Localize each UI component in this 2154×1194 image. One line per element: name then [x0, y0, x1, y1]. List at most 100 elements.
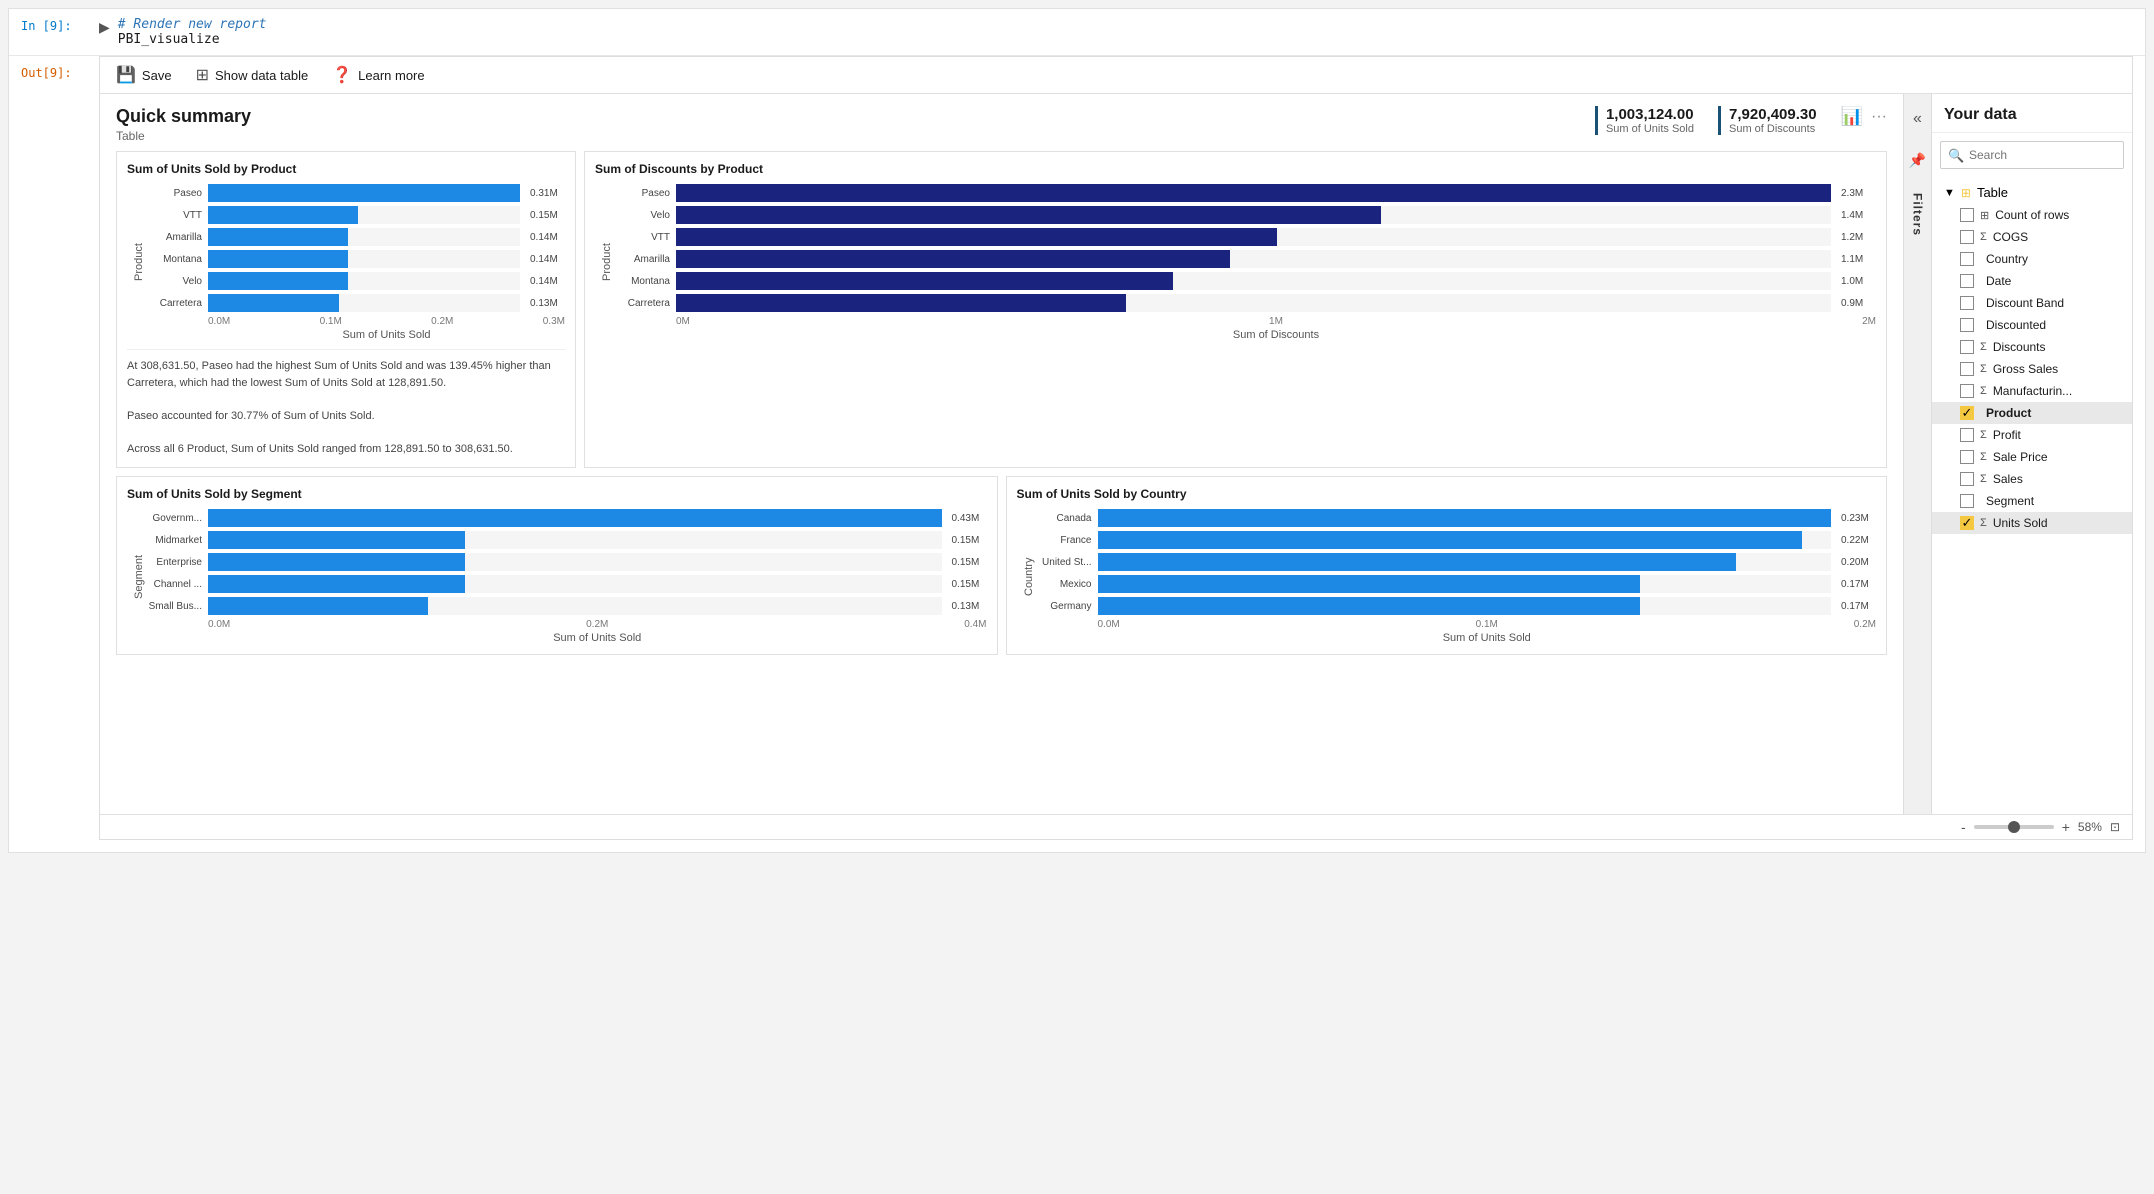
tree-item-discounts[interactable]: Σ Discounts	[1932, 336, 2132, 358]
run-button[interactable]: ▶	[99, 17, 110, 36]
bar-row-unitedst: United St... 0.20M	[1037, 553, 1877, 571]
checkbox-date[interactable]	[1960, 274, 1974, 288]
chart3-x-axis-ticks: 0.0M0.2M0.4M	[147, 619, 987, 630]
tree-item-sale-price[interactable]: Σ Sale Price	[1932, 446, 2132, 468]
checkbox-gross-sales[interactable]	[1960, 362, 1974, 376]
chart-units-sold-segment: Sum of Units Sold by Segment Segment Gov…	[116, 476, 998, 655]
checkbox-country[interactable]	[1960, 252, 1974, 266]
chart-units-sold-country: Sum of Units Sold by Country Country Can…	[1006, 476, 1888, 655]
more-options-icon[interactable]: ···	[1871, 108, 1887, 126]
tree-item-date[interactable]: Date	[1932, 270, 2132, 292]
chart1-bars: Paseo 0.31M VTT 0.15M	[147, 184, 565, 312]
checkbox-discount-band[interactable]	[1960, 296, 1974, 310]
item-label-sale-price: Sale Price	[1993, 450, 2120, 464]
checkbox-product[interactable]: ✓	[1960, 406, 1974, 420]
bar-row-canada: Canada 0.23M	[1037, 509, 1877, 527]
collapse-button[interactable]: «	[1905, 102, 1930, 136]
sigma-icon-sales: Σ	[1980, 473, 1987, 485]
checkbox-count-of-rows[interactable]	[1960, 208, 1974, 222]
pin-icon[interactable]: 📌	[1909, 152, 1926, 169]
tree-item-gross-sales[interactable]: Σ Gross Sales	[1932, 358, 2132, 380]
item-label-discounts: Discounts	[1993, 340, 2120, 354]
show-data-table-button[interactable]: ⊞ Show data table	[196, 65, 309, 85]
checkbox-segment[interactable]	[1960, 494, 1974, 508]
tree-item-discounted[interactable]: Discounted	[1932, 314, 2132, 336]
zoom-in-button[interactable]: +	[2062, 819, 2070, 835]
save-button[interactable]: 💾 Save	[116, 65, 172, 85]
tree-item-sales[interactable]: Σ Sales	[1932, 468, 2132, 490]
stat-discounts: 7,920,409.30 Sum of Discounts	[1718, 106, 1817, 135]
item-label-country: Country	[1986, 252, 2120, 266]
learn-more-label: Learn more	[358, 68, 424, 83]
zoom-out-button[interactable]: -	[1961, 819, 1966, 835]
sigma-icon-manufacturing: Σ	[1980, 385, 1987, 397]
tree-item-product[interactable]: ✓ Product	[1932, 402, 2132, 424]
fit-page-icon[interactable]: ⊡	[2110, 820, 2120, 834]
tree-table-parent[interactable]: ▼ ⊞ Table	[1932, 181, 2132, 204]
zoom-slider[interactable]	[1974, 825, 2054, 829]
chart2-bars: Paseo 2.3M Velo 1.4M	[615, 184, 1876, 312]
item-label-profit: Profit	[1993, 428, 2120, 442]
tree-item-count-of-rows[interactable]: ⊞ Count of rows	[1932, 204, 2132, 226]
checkbox-profit[interactable]	[1960, 428, 1974, 442]
bar-row-carretera-d: Carretera 0.9M	[615, 294, 1876, 312]
code-comment: # Render new report	[118, 17, 267, 32]
quick-summary-title: Quick summary	[116, 106, 251, 127]
chart1-x-axis-ticks: 0.0M0.1M0.2M0.3M	[147, 316, 565, 327]
zoom-level: 58%	[2078, 820, 2102, 834]
search-input[interactable]	[1940, 141, 2124, 169]
sigma-icon-discounts: Σ	[1980, 341, 1987, 353]
tree-item-manufacturing[interactable]: Σ Manufacturin...	[1932, 380, 2132, 402]
chart2-y-axis: Product	[595, 184, 615, 341]
checkbox-sale-price[interactable]	[1960, 450, 1974, 464]
tree-item-cogs[interactable]: Σ COGS	[1932, 226, 2132, 248]
chart1-x-axis-label: Sum of Units Sold	[147, 329, 565, 341]
bar-row-france: France 0.22M	[1037, 531, 1877, 549]
bar-row-paseo-d: Paseo 2.3M	[615, 184, 1876, 202]
bar-row-velo-d: Velo 1.4M	[615, 206, 1876, 224]
chart1-y-axis: Product	[127, 184, 147, 341]
tree-table-label: Table	[1977, 185, 2008, 200]
help-icon: ❓	[332, 65, 352, 85]
data-panel-title: Your data	[1932, 94, 2132, 133]
data-panel: Your data 🔍 ▼ ⊞ Table	[1932, 94, 2132, 814]
chart1-desc: At 308,631.50, Paseo had the highest Sum…	[127, 349, 565, 457]
sigma-icon-profit: Σ	[1980, 429, 1987, 441]
chart1-title: Sum of Units Sold by Product	[127, 162, 565, 176]
chart4-title: Sum of Units Sold by Country	[1017, 487, 1877, 501]
tree-item-segment[interactable]: Segment	[1932, 490, 2132, 512]
checkbox-manufacturing[interactable]	[1960, 384, 1974, 398]
header-actions: 📊 ···	[1841, 106, 1887, 127]
chart-icon[interactable]: 📊	[1841, 106, 1863, 127]
toolbar: 💾 Save ⊞ Show data table ❓ Learn more	[100, 57, 2132, 94]
cell-output-label: Out[9]:	[21, 56, 91, 80]
bar-row-amarilla-d: Amarilla 1.1M	[615, 250, 1876, 268]
chart3-title: Sum of Units Sold by Segment	[127, 487, 987, 501]
checkbox-discounted[interactable]	[1960, 318, 1974, 332]
checkbox-discounts[interactable]	[1960, 340, 1974, 354]
checkbox-units-sold[interactable]: ✓	[1960, 516, 1974, 530]
grid-icon-count: ⊞	[1980, 209, 1989, 222]
chart3-x-axis-label: Sum of Units Sold	[147, 632, 987, 644]
item-label-discount-band: Discount Band	[1986, 296, 2120, 310]
sigma-icon-units-sold: Σ	[1980, 517, 1987, 529]
quick-summary-subtitle: Table	[116, 129, 251, 143]
zoom-slider-thumb	[2008, 821, 2020, 833]
tree-item-profit[interactable]: Σ Profit	[1932, 424, 2132, 446]
checkbox-cogs[interactable]	[1960, 230, 1974, 244]
item-label-discounted: Discounted	[1986, 318, 2120, 332]
checkbox-sales[interactable]	[1960, 472, 1974, 486]
item-label-gross-sales: Gross Sales	[1993, 362, 2120, 376]
learn-more-button[interactable]: ❓ Learn more	[332, 65, 424, 85]
chart2-x-axis-label: Sum of Discounts	[615, 329, 1876, 341]
chart4-x-axis-ticks: 0.0M0.1M0.2M	[1037, 619, 1877, 630]
item-label-date: Date	[1986, 274, 2120, 288]
tree-item-units-sold[interactable]: ✓ Σ Units Sold	[1932, 512, 2132, 534]
search-box[interactable]: 🔍	[1940, 141, 2124, 169]
bar-row-germany: Germany 0.17M	[1037, 597, 1877, 615]
bar-row-governm: Governm... 0.43M	[147, 509, 987, 527]
tree-item-discount-band[interactable]: Discount Band	[1932, 292, 2132, 314]
chart3-y-axis: Segment	[127, 509, 147, 644]
stat1-value: 1,003,124.00	[1606, 106, 1694, 123]
tree-item-country[interactable]: Country	[1932, 248, 2132, 270]
